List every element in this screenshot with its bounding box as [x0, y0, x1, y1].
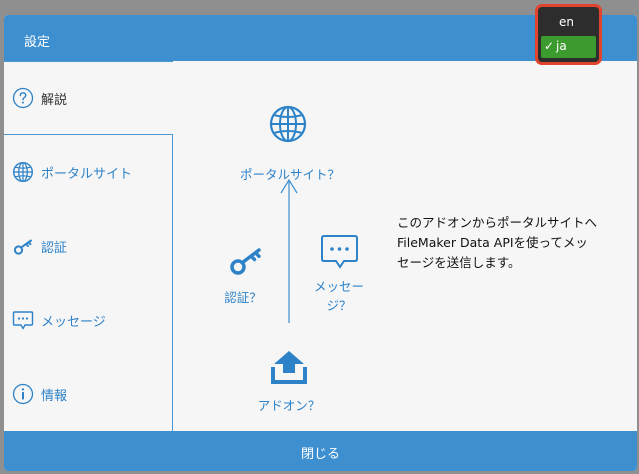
portal-site-label: ポータルサイト？ [239, 167, 340, 182]
globe-icon [269, 105, 307, 143]
language-menu: en ✓ ja [535, 4, 602, 65]
message-icon [321, 235, 358, 269]
help-icon [12, 87, 34, 109]
language-option-label: ja [556, 39, 567, 53]
sidebar-item-info[interactable]: 情報 [4, 357, 172, 431]
main-content: ポータルサイト？ 認証？ メッセー ジ？ アドオン？ このアドオンからポータルサ… [173, 61, 637, 431]
description-line: FileMaker Data APIを使ってメッ [397, 235, 588, 250]
checkmark-icon: ✓ [544, 39, 555, 53]
globe-icon [12, 161, 34, 183]
language-option-en[interactable]: en [541, 12, 596, 34]
sidebar-item-help[interactable]: 解説 [4, 61, 172, 135]
sidebar-item-message[interactable]: メッセージ [4, 283, 172, 357]
language-option-ja[interactable]: ✓ ja [541, 36, 596, 58]
close-button-label: 閉じる [300, 447, 340, 462]
key-icon [13, 239, 32, 255]
dialog-title: 設定 [24, 35, 51, 50]
description-text: このアドオンからポータルサイトへ FileMaker Data APIを使ってメ… [397, 213, 637, 273]
sidebar: 解説 ポータルサイト 認証 メッセージ 情報 [4, 61, 173, 431]
auth-label: 認証？ [224, 290, 262, 305]
description-line: このアドオンからポータルサイトへ [397, 215, 598, 230]
info-icon [12, 383, 34, 405]
sidebar-item-label: ポータルサイト [41, 166, 133, 182]
message-label: メッセー ジ？ [307, 277, 371, 315]
sidebar-item-label: メッセージ [41, 314, 106, 330]
close-button[interactable]: 閉じる [4, 431, 637, 471]
sidebar-item-auth[interactable]: 認証 [4, 209, 172, 283]
settings-dialog: 設定 解説 ポータルサイト 認証 メッセージ 情報 ポータルサイト？ 認証？ メ… [4, 15, 637, 471]
description-line: セージを送信します。 [397, 255, 521, 270]
upload-icon [271, 351, 307, 384]
addon-label: アドオン？ [257, 398, 321, 413]
sidebar-item-label: 情報 [41, 388, 68, 404]
message-label-line: メッセー [313, 279, 364, 294]
language-option-label: en [559, 15, 574, 29]
sidebar-item-label: 認証 [41, 240, 68, 256]
arrow-up-icon [280, 178, 298, 323]
key-icon [230, 248, 261, 275]
sidebar-item-portal-site[interactable]: ポータルサイト [4, 135, 172, 209]
message-icon [12, 311, 34, 330]
message-label-line: ジ？ [326, 298, 352, 313]
sidebar-item-label: 解説 [41, 92, 68, 108]
